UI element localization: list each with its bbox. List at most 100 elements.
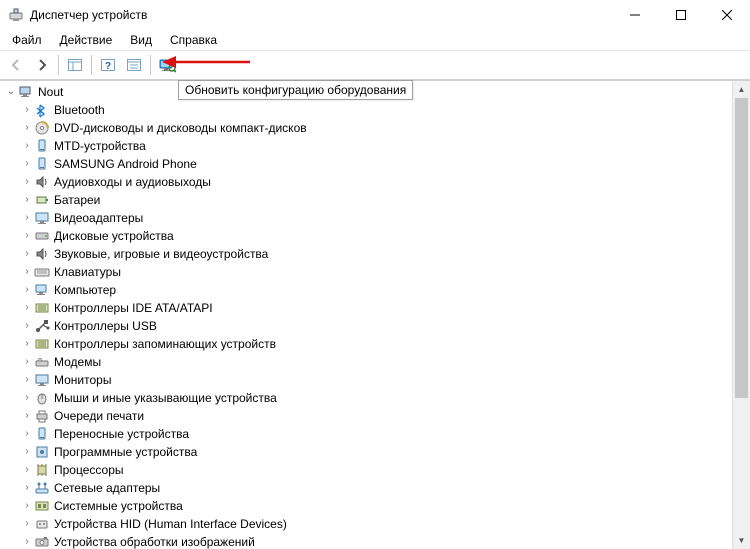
scroll-up-button[interactable]: ▲	[733, 81, 750, 98]
tree-item[interactable]: ›Мониторы	[2, 371, 732, 389]
tree-item[interactable]: › Контроллеры IDE ATA/ATAPI	[2, 299, 732, 317]
computer-icon	[34, 282, 50, 298]
expand-icon[interactable]: ›	[20, 227, 34, 245]
tree-item[interactable]: › Переносные устройства	[2, 425, 732, 443]
keyboard-icon	[34, 264, 50, 280]
expand-icon[interactable]: ›	[20, 155, 34, 173]
close-button[interactable]	[704, 0, 750, 30]
app-icon	[8, 7, 24, 23]
expand-icon[interactable]: ›	[20, 425, 34, 443]
tree-item-label: SAMSUNG Android Phone	[54, 155, 197, 173]
sound-icon	[34, 246, 50, 262]
disk-icon	[34, 228, 50, 244]
tree-item-label: Дисковые устройства	[54, 227, 174, 245]
menu-action[interactable]: Действие	[52, 31, 121, 49]
scan-hardware-button[interactable]	[155, 53, 179, 77]
bluetooth-icon	[34, 102, 50, 118]
tree-item-label: Системные устройства	[54, 497, 183, 515]
expand-icon[interactable]: ›	[20, 371, 34, 389]
tree-item[interactable]: ›Аудиовходы и аудиовыходы	[2, 173, 732, 191]
tree-item[interactable]: › Процессоры	[2, 461, 732, 479]
tree-item-label: Процессоры	[54, 461, 124, 479]
tree-item[interactable]: ›Bluetooth	[2, 101, 732, 119]
tree-item-label: Батареи	[54, 191, 100, 209]
expand-icon[interactable]: ›	[20, 479, 34, 497]
tree-item-label: Переносные устройства	[54, 425, 189, 443]
expand-icon[interactable]: ›	[20, 317, 34, 335]
monitor-icon	[34, 372, 50, 388]
storagectl-icon	[34, 336, 50, 352]
tree-item-label: Мыши и иные указывающие устройства	[54, 389, 277, 407]
expand-icon[interactable]: ›	[20, 407, 34, 425]
tree-item-label: Сетевые адаптеры	[54, 479, 160, 497]
tree-item[interactable]: ›Компьютер	[2, 281, 732, 299]
device-tree[interactable]: ⌄Nout›Bluetooth›DVD-дисководы и дисковод…	[0, 81, 732, 549]
expand-icon[interactable]: ›	[20, 497, 34, 515]
expand-icon[interactable]: ›	[20, 533, 34, 549]
expand-icon[interactable]: ›	[20, 119, 34, 137]
tree-item[interactable]: › Мыши и иные указывающие устройства	[2, 389, 732, 407]
collapse-icon[interactable]: ⌄	[4, 83, 18, 101]
portable-icon	[34, 426, 50, 442]
vertical-scrollbar[interactable]: ▲ ▼	[732, 81, 750, 549]
expand-icon[interactable]: ›	[20, 281, 34, 299]
tree-item[interactable]: ›Программные устройства	[2, 443, 732, 461]
expand-icon[interactable]: ›	[20, 191, 34, 209]
tree-item[interactable]: › Видеоадаптеры	[2, 209, 732, 227]
maximize-button[interactable]	[658, 0, 704, 30]
tree-item-label: Контроллеры IDE ATA/ATAPI	[54, 299, 213, 317]
show-hide-tree-button[interactable]	[63, 53, 87, 77]
tree-item[interactable]: › Батареи	[2, 191, 732, 209]
tree-item-label: Клавиатуры	[54, 263, 121, 281]
cpu-icon	[34, 462, 50, 478]
tree-item[interactable]: ›Устройства обработки изображений	[2, 533, 732, 549]
scroll-down-button[interactable]: ▼	[733, 532, 750, 549]
help-button[interactable]: ?	[96, 53, 120, 77]
expand-icon[interactable]: ›	[20, 173, 34, 191]
expand-icon[interactable]: ›	[20, 443, 34, 461]
tree-item[interactable]: › Системные устройства	[2, 497, 732, 515]
expand-icon[interactable]: ›	[20, 263, 34, 281]
tree-item[interactable]: ›Модемы	[2, 353, 732, 371]
tree-item[interactable]: › Клавиатуры	[2, 263, 732, 281]
scroll-track[interactable]	[733, 98, 750, 532]
tree-item[interactable]: › Дисковые устройства	[2, 227, 732, 245]
ide-icon	[34, 300, 50, 316]
tree-item[interactable]: ›MTD-устройства	[2, 137, 732, 155]
tree-item[interactable]: ›DVD-дисководы и дисководы компакт-диско…	[2, 119, 732, 137]
tree-item-label: Видеоадаптеры	[54, 209, 143, 227]
software-icon	[34, 444, 50, 460]
tooltip-scan-hardware: Обновить конфигурацию оборудования	[178, 80, 413, 100]
tree-item[interactable]: › Сетевые адаптеры	[2, 479, 732, 497]
expand-icon[interactable]: ›	[20, 209, 34, 227]
toolbar-separator	[91, 55, 92, 75]
tree-item[interactable]: ›Устройства HID (Human Interface Devices…	[2, 515, 732, 533]
scroll-thumb[interactable]	[735, 98, 748, 398]
modem-icon	[34, 354, 50, 370]
menu-help[interactable]: Справка	[162, 31, 225, 49]
expand-icon[interactable]: ›	[20, 101, 34, 119]
tree-item[interactable]: ›Контроллеры запоминающих устройств	[2, 335, 732, 353]
system-icon	[34, 498, 50, 514]
svg-text:?: ?	[105, 61, 111, 72]
back-button[interactable]	[4, 53, 28, 77]
menubar: Файл Действие Вид Справка	[0, 30, 750, 50]
forward-button[interactable]	[30, 53, 54, 77]
menu-file[interactable]: Файл	[4, 31, 50, 49]
minimize-button[interactable]	[612, 0, 658, 30]
expand-icon[interactable]: ›	[20, 461, 34, 479]
tree-item[interactable]: ›Контроллеры USB	[2, 317, 732, 335]
expand-icon[interactable]: ›	[20, 335, 34, 353]
expand-icon[interactable]: ›	[20, 299, 34, 317]
expand-icon[interactable]: ›	[20, 353, 34, 371]
expand-icon[interactable]: ›	[20, 515, 34, 533]
expand-icon[interactable]: ›	[20, 245, 34, 263]
properties-button[interactable]	[122, 53, 146, 77]
expand-icon[interactable]: ›	[20, 137, 34, 155]
expand-icon[interactable]: ›	[20, 389, 34, 407]
tree-item[interactable]: ›Звуковые, игровые и видеоустройства	[2, 245, 732, 263]
display-icon	[34, 210, 50, 226]
tree-item[interactable]: ›Очереди печати	[2, 407, 732, 425]
menu-view[interactable]: Вид	[122, 31, 160, 49]
tree-item[interactable]: › SAMSUNG Android Phone	[2, 155, 732, 173]
